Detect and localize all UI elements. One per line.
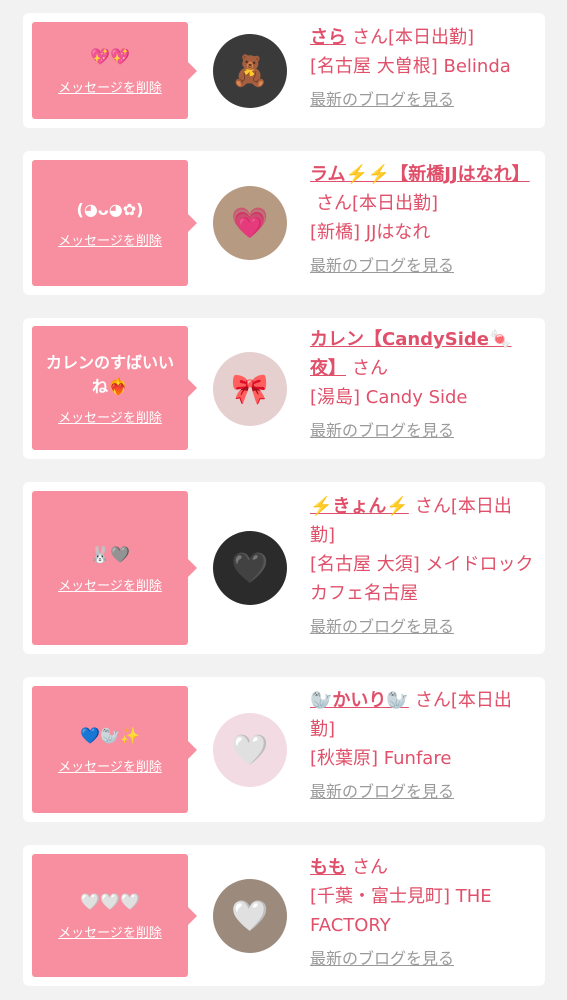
san-suffix: さん bbox=[316, 193, 352, 214]
avatar[interactable]: 🤍 bbox=[213, 879, 287, 953]
cast-name-link[interactable]: さら bbox=[310, 27, 346, 48]
message-list: 💖💖 メッセージを削除 🧸 さら さん[本日出勤] [名古屋 大曽根] Belin… bbox=[0, 0, 567, 1000]
message-text: 💖💖 bbox=[90, 47, 130, 66]
avatar-icon: 🎀 bbox=[231, 371, 269, 407]
message-text: 🤍🤍🤍 bbox=[80, 892, 140, 911]
cast-info: ⚡️きょん⚡️ さん[本日出勤] [名古屋 大須] メイドロックカフェ名古屋 最新… bbox=[310, 492, 535, 641]
delete-message-link[interactable]: メッセージを削除 bbox=[58, 756, 162, 775]
shop-name: [名古屋 大曽根] Belinda bbox=[310, 56, 511, 77]
cast-name-link[interactable]: もも bbox=[310, 857, 346, 878]
shop-name: [秋葉原] Funfare bbox=[310, 748, 452, 769]
list-item: 💖💖 メッセージを削除 🧸 さら さん[本日出勤] [名古屋 大曽根] Belin… bbox=[23, 13, 545, 128]
list-item: カレンのすばいいね❤️‍🔥 メッセージを削除 🎀 カレン【CandySide🍬夜… bbox=[23, 318, 545, 459]
avatar[interactable]: 🧸 bbox=[213, 34, 287, 108]
cast-name-link[interactable]: カレン【CandySide🍬夜】 bbox=[310, 329, 511, 379]
message-bubble: 💙🦭✨ メッセージを削除 bbox=[32, 686, 197, 813]
message-bubble: 🤍🤍🤍 メッセージを削除 bbox=[32, 854, 197, 977]
work-status: [本日出勤] bbox=[388, 27, 475, 48]
cast-info: カレン【CandySide🍬夜】 さん [湯島] Candy Side 最新のブロ… bbox=[310, 325, 535, 445]
latest-blog-link[interactable]: 最新のブログを見る bbox=[310, 777, 454, 806]
delete-message-link[interactable]: メッセージを削除 bbox=[58, 407, 162, 426]
message-bubble: 💖💖 メッセージを削除 bbox=[32, 22, 197, 119]
avatar-icon: 🤍 bbox=[231, 898, 269, 934]
cast-info: もも さん [千葉・富士見町] THE FACTORY 最新のブログを見る bbox=[310, 853, 535, 973]
cast-name-link[interactable]: 🦭かいり🦭 bbox=[310, 690, 409, 711]
san-suffix: さん bbox=[352, 27, 388, 48]
cast-name-link[interactable]: ⚡️きょん⚡️ bbox=[310, 496, 409, 517]
latest-blog-link[interactable]: 最新のブログを見る bbox=[310, 944, 454, 973]
delete-message-link[interactable]: メッセージを削除 bbox=[58, 77, 162, 96]
message-bubble: (◕ᴗ◕✿) メッセージを削除 bbox=[32, 160, 197, 286]
message-text: 🐰🩶 bbox=[90, 544, 130, 564]
avatar-icon: 🤍 bbox=[231, 732, 269, 768]
avatar[interactable]: 🤍 bbox=[213, 713, 287, 787]
shop-name: [名古屋 大須] メイドロックカフェ名古屋 bbox=[310, 554, 534, 604]
avatar[interactable]: 💗 bbox=[213, 186, 287, 260]
cast-info: ラム⚡️⚡️【新橋JJはなれ】さん[本日出勤] [新橋] JJはなれ 最新のブロ… bbox=[310, 160, 535, 280]
message-bubble: カレンのすばいいね❤️‍🔥 メッセージを削除 bbox=[32, 326, 197, 450]
delete-message-link[interactable]: メッセージを削除 bbox=[58, 922, 162, 941]
avatar[interactable]: 🎀 bbox=[213, 352, 287, 426]
san-suffix: さん bbox=[414, 496, 451, 517]
shop-name: [湯島] Candy Side bbox=[310, 387, 468, 408]
cast-info: さら さん[本日出勤] [名古屋 大曽根] Belinda 最新のブログを見る bbox=[310, 23, 535, 114]
avatar-icon: 🧸 bbox=[231, 53, 269, 89]
latest-blog-link[interactable]: 最新のブログを見る bbox=[310, 612, 454, 641]
message-text: カレンのすばいいね❤️‍🔥 bbox=[45, 352, 174, 396]
latest-blog-link[interactable]: 最新のブログを見る bbox=[310, 251, 454, 280]
san-suffix: さん bbox=[352, 358, 388, 379]
message-text: 💙🦭✨ bbox=[80, 726, 140, 745]
list-item: 🐰🩶 メッセージを削除 🖤 ⚡️きょん⚡️ さん[本日出勤] [名古屋 大須] メ… bbox=[23, 482, 545, 654]
cast-name-link[interactable]: ラム⚡️⚡️【新橋JJはなれ】 bbox=[310, 164, 530, 185]
latest-blog-link[interactable]: 最新のブログを見る bbox=[310, 85, 454, 114]
cast-info: 🦭かいり🦭 さん[本日出勤] [秋葉原] Funfare 最新のブログを見る bbox=[310, 686, 535, 806]
list-item: (◕ᴗ◕✿) メッセージを削除 💗 ラム⚡️⚡️【新橋JJはなれ】さん[本日出勤… bbox=[23, 151, 545, 295]
message-bubble: 🐰🩶 メッセージを削除 bbox=[32, 491, 197, 645]
san-suffix: さん bbox=[414, 690, 451, 711]
work-status: [本日出勤] bbox=[352, 193, 439, 214]
san-suffix: さん bbox=[352, 857, 388, 878]
avatar-icon: 💗 bbox=[231, 205, 269, 241]
avatar-icon: 🖤 bbox=[231, 550, 269, 586]
avatar[interactable]: 🖤 bbox=[213, 531, 287, 605]
shop-name: [千葉・富士見町] THE FACTORY bbox=[310, 886, 492, 936]
message-text: (◕ᴗ◕✿) bbox=[76, 199, 144, 219]
delete-message-link[interactable]: メッセージを削除 bbox=[58, 575, 162, 594]
list-item: 💙🦭✨ メッセージを削除 🤍 🦭かいり🦭 さん[本日出勤] [秋葉原] Funfa… bbox=[23, 677, 545, 822]
latest-blog-link[interactable]: 最新のブログを見る bbox=[310, 416, 454, 445]
list-item: 🤍🤍🤍 メッセージを削除 🤍 もも さん [千葉・富士見町] THE FACTOR… bbox=[23, 845, 545, 986]
delete-message-link[interactable]: メッセージを削除 bbox=[58, 230, 162, 249]
shop-name: [新橋] JJはなれ bbox=[310, 222, 431, 243]
